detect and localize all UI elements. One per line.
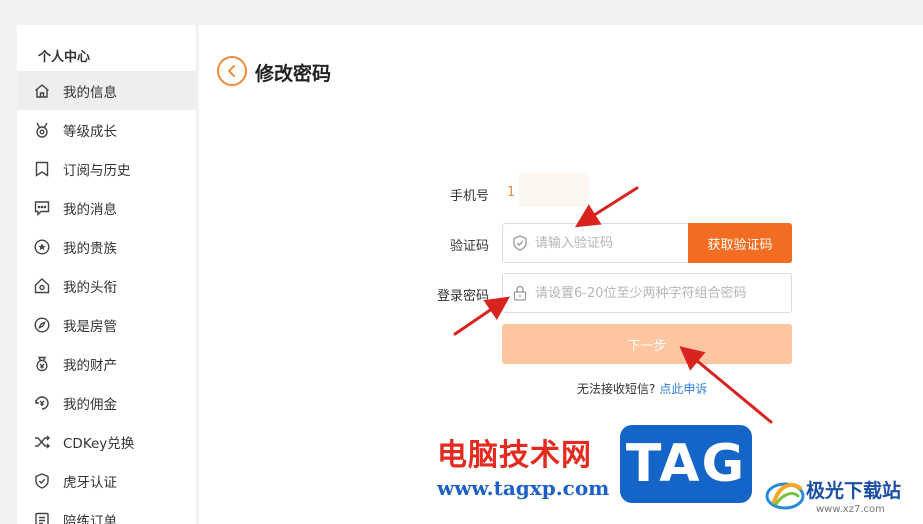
watermark-site-url: www.xz7.com	[816, 504, 885, 515]
sidebar-nav: 我的信息 等级成长 订阅与历史 我的消息 我的贵族 我的头衔 我是房管 我的财产…	[17, 71, 197, 524]
medal-icon	[33, 121, 51, 139]
sidebar-item-label: 我的头衔	[63, 279, 117, 296]
bookmark-icon	[33, 160, 51, 178]
phone-redaction	[519, 173, 589, 207]
help-row: 无法接收短信? 点此申诉	[577, 380, 707, 397]
sidebar-item-my-info[interactable]: 我的信息	[17, 71, 197, 110]
help-text: 无法接收短信?	[577, 382, 656, 396]
sidebar-item-label: 虎牙认证	[63, 474, 117, 491]
watermark-site: 极光下载站 www.xz7.com	[764, 470, 923, 524]
sidebar-item-level[interactable]: 等级成长	[17, 110, 197, 149]
coin-exchange-icon	[33, 394, 51, 412]
sidebar-item-label: 我的消息	[63, 201, 117, 218]
compass-icon	[33, 316, 51, 334]
badge-home-icon	[33, 277, 51, 295]
watermark-brand-url: www.tagxp.com	[437, 476, 610, 500]
chevron-left-icon	[228, 65, 235, 77]
next-step-button[interactable]: 下一步	[502, 324, 792, 364]
sidebar: 个人中心 我的信息 等级成长 订阅与历史 我的消息 我的贵族 我的头衔 我是房管…	[17, 25, 197, 524]
get-code-button[interactable]: 获取验证码	[688, 223, 792, 263]
sidebar-item-label: 等级成长	[63, 123, 117, 140]
password-field	[502, 273, 792, 313]
sidebar-item-label: 订阅与历史	[63, 162, 131, 179]
lock-icon	[511, 284, 529, 302]
phone-value: 1	[507, 185, 516, 200]
password-input[interactable]	[535, 285, 785, 301]
sidebar-item-subscription[interactable]: 订阅与历史	[17, 149, 197, 188]
home-icon	[33, 82, 51, 100]
back-button[interactable]	[217, 56, 247, 86]
sidebar-item-verification[interactable]: 虎牙认证	[17, 461, 197, 500]
money-bag-icon	[33, 355, 51, 373]
sidebar-item-title[interactable]: 我的头衔	[17, 266, 197, 305]
sidebar-item-label: 我的贵族	[63, 240, 117, 257]
sidebar-title: 个人中心	[38, 50, 91, 65]
shield-check-icon	[511, 234, 529, 252]
code-label: 验证码	[449, 239, 489, 254]
star-circle-icon	[33, 238, 51, 256]
sidebar-item-commission[interactable]: 我的佣金	[17, 383, 197, 422]
sidebar-item-noble[interactable]: 我的贵族	[17, 227, 197, 266]
sidebar-item-label: 陪练订单	[63, 513, 117, 524]
phone-label: 手机号	[449, 189, 489, 204]
watermark-tag-logo: TAG	[620, 425, 752, 503]
sidebar-item-assets[interactable]: 我的财产	[17, 344, 197, 383]
sidebar-item-label: 我是房管	[63, 318, 117, 335]
sidebar-item-messages[interactable]: 我的消息	[17, 188, 197, 227]
sidebar-item-room-admin[interactable]: 我是房管	[17, 305, 197, 344]
watermark-site-name: 极光下载站	[806, 480, 902, 502]
sidebar-item-cdkey[interactable]: CDKey兑换	[17, 422, 197, 461]
message-icon	[33, 199, 51, 217]
code-input[interactable]	[535, 235, 685, 251]
order-list-icon	[33, 511, 51, 524]
code-field: 获取验证码	[502, 223, 792, 263]
shuffle-icon	[33, 433, 51, 451]
sidebar-item-label: 我的信息	[63, 84, 117, 101]
sidebar-item-label: CDKey兑换	[63, 435, 135, 452]
watermark-brand-cn: 电脑技术网	[437, 438, 592, 473]
appeal-link[interactable]: 点此申诉	[659, 382, 707, 396]
sidebar-item-label: 我的财产	[63, 357, 117, 374]
password-label: 登录密码	[436, 289, 489, 304]
sidebar-item-label: 我的佣金	[63, 396, 117, 413]
aurora-logo-icon	[765, 482, 805, 510]
shield-check-icon	[33, 472, 51, 490]
sidebar-item-orders[interactable]: 陪练订单	[17, 500, 197, 524]
page-title: 修改密码	[255, 63, 332, 85]
